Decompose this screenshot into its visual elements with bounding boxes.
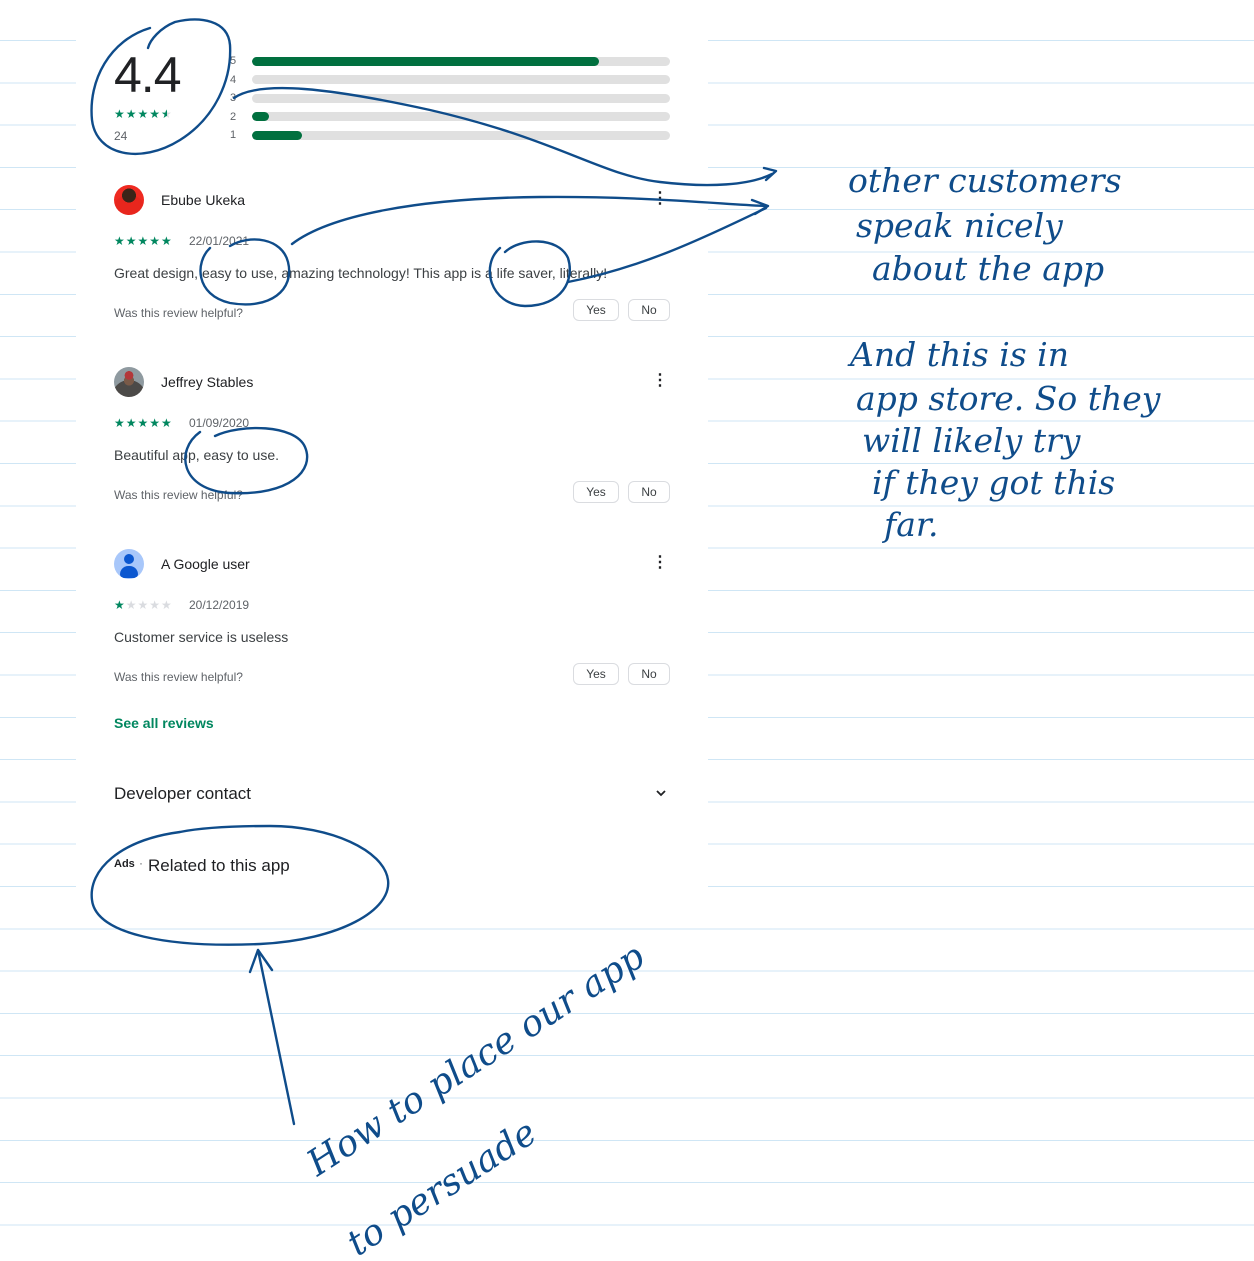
handwritten-note-line: other customers [848, 161, 1122, 200]
handwritten-note-line: will likely try [862, 421, 1081, 460]
reviewer-name: Ebube Ukeka [161, 192, 246, 208]
avatar [114, 185, 144, 215]
bar-track [252, 56, 670, 66]
avatar [114, 367, 144, 397]
more-options-icon[interactable]: ⋮ [652, 371, 668, 391]
reviewer-name: A Google user [161, 556, 250, 572]
related-apps-heading: Related to this app [148, 856, 290, 875]
star-on-icon: ★ [114, 598, 126, 612]
play-store-reviews-screenshot: 4.4 ★★★★★ 24 5 4 3 2 1 Ebube Ukeka ⋮ ★★★… [76, 22, 708, 888]
review-stars: ★★★★★ [114, 416, 173, 430]
helpful-prompt: Was this review helpful? [114, 306, 243, 320]
average-rating: 4.4 [114, 47, 182, 103]
review-card: Ebube Ukeka ⋮ ★★★★★ 22/01/2021 Great des… [114, 185, 670, 345]
full-stars-icon: ★★★★ [114, 107, 162, 121]
bar-label: 5 [230, 55, 237, 68]
review-text: Great design, easy to use, amazing techn… [114, 265, 608, 281]
helpful-yes-button[interactable]: Yes [573, 663, 619, 685]
bar-fill [252, 130, 303, 140]
star-off-icon: ★★★★ [125, 598, 173, 612]
bar-row-1: 1 [230, 126, 670, 145]
review-text: Beautiful app, easy to use. [114, 447, 279, 463]
review-card: Jeffrey Stables ⋮ ★★★★★ 01/09/2020 Beaut… [114, 367, 670, 527]
helpful-prompt: Was this review helpful? [114, 488, 243, 502]
helpful-yes-button[interactable]: Yes [573, 481, 619, 503]
review-card: A Google user ⋮ ★★★★★ 20/12/2019 Custome… [114, 549, 670, 709]
review-text: Customer service is useless [114, 629, 289, 645]
handwritten-note-line: about the app [872, 249, 1105, 288]
bar-label: 3 [230, 92, 237, 105]
helpful-no-button[interactable]: No [628, 481, 670, 503]
half-star-icon: ★ [161, 107, 173, 121]
review-date: 22/01/2021 [189, 234, 250, 248]
helpful-prompt: Was this review helpful? [114, 670, 243, 684]
person-icon-body [120, 566, 138, 578]
bar-fill [252, 56, 599, 66]
rating-count: 24 [114, 129, 128, 143]
reviewer-name: Jeffrey Stables [161, 374, 254, 390]
average-stars: ★★★★★ [114, 107, 173, 121]
review-stars: ★★★★★ [114, 598, 173, 612]
helpful-yes-button[interactable]: Yes [573, 299, 619, 321]
person-icon [124, 554, 134, 564]
bar-row-4: 4 [230, 71, 670, 90]
handwritten-note-line: And this is in [850, 335, 1069, 374]
star-on-icon: ★★★★★ [114, 416, 173, 430]
handwritten-note-line: speak nicely [856, 206, 1063, 245]
bar-row-3: 3 [230, 89, 670, 108]
bar-track [252, 130, 670, 140]
developer-contact-toggle[interactable]: Developer contact [114, 784, 251, 804]
more-options-icon[interactable]: ⋮ [652, 189, 668, 209]
bar-row-2: 2 [230, 108, 670, 127]
bar-label: 1 [230, 129, 237, 142]
more-options-icon[interactable]: ⋮ [652, 553, 668, 573]
helpful-no-button[interactable]: No [628, 663, 670, 685]
handwritten-note-line: if they got this [872, 463, 1116, 502]
separator-dot: · [139, 856, 143, 870]
helpful-no-button[interactable]: No [628, 299, 670, 321]
handwritten-note-line: far. [884, 505, 939, 544]
review-date: 01/09/2020 [189, 416, 250, 430]
bar-track [252, 93, 670, 103]
chevron-down-icon[interactable] [654, 786, 668, 800]
rating-distribution: 5 4 3 2 1 [230, 52, 670, 145]
see-all-reviews-link[interactable]: See all reviews [114, 715, 214, 731]
bar-label: 2 [230, 110, 237, 123]
ads-label: Ads [114, 858, 135, 870]
review-date: 20/12/2019 [189, 598, 250, 612]
bar-row-5: 5 [230, 52, 670, 71]
handwritten-note-line: app store. So they [856, 379, 1161, 418]
star-on-icon: ★★★★★ [114, 234, 173, 248]
bar-label: 4 [230, 73, 237, 86]
bar-track [252, 112, 670, 122]
avatar [114, 549, 144, 579]
bar-fill [252, 112, 269, 122]
review-stars: ★★★★★ [114, 234, 173, 248]
bar-track [252, 75, 670, 85]
rating-summary: 4.4 ★★★★★ 24 5 4 3 2 1 [76, 22, 708, 152]
